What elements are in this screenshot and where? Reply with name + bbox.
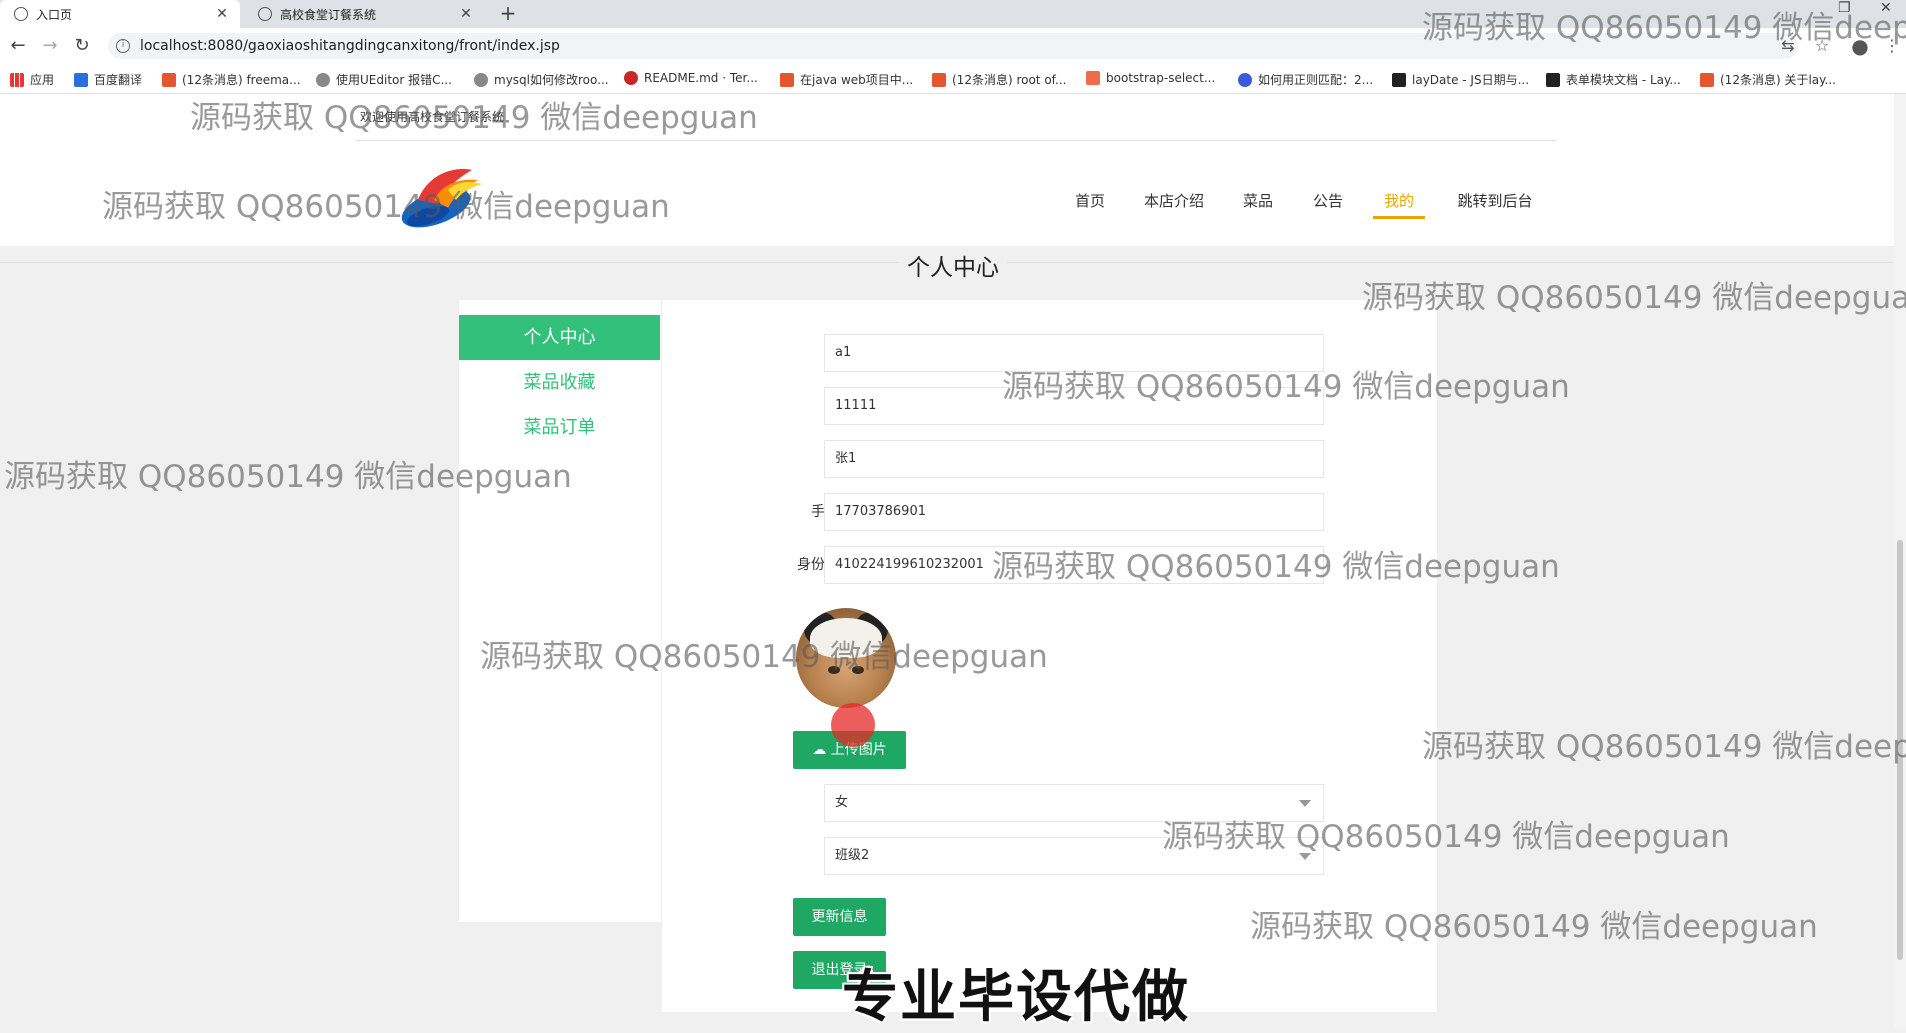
back-icon[interactable]: ← (6, 34, 30, 58)
name-row: 姓名 张1 (662, 440, 1437, 478)
reload-icon[interactable]: ↻ (70, 34, 94, 58)
layui-icon (1546, 72, 1560, 87)
bookmark-item[interactable]: layDate - JS日期与... (1392, 71, 1529, 88)
watermark: 源码获取 QQ86050149 微信deepguan (102, 189, 670, 225)
phone-row: 手机号 17703786901 (662, 493, 1437, 531)
bookmark-item[interactable]: bootstrap-select... (1086, 71, 1215, 85)
update-info-button[interactable]: 更新信息 (793, 898, 886, 936)
nav-home[interactable]: 首页 (1072, 190, 1108, 211)
tab-label: 入口页 (36, 7, 73, 22)
bookmark-item[interactable]: 如何用正则匹配：2... (1238, 71, 1373, 88)
layui-icon (1392, 72, 1406, 87)
baidu-icon (1238, 72, 1252, 87)
cloud-upload-icon: ☁ (812, 742, 827, 758)
nav-notice[interactable]: 公告 (1310, 190, 1346, 211)
nav-about[interactable]: 本店介绍 (1140, 190, 1208, 211)
site-icon (1086, 71, 1100, 85)
sidebar-item-profile[interactable]: 个人中心 (459, 315, 660, 360)
phone-field[interactable]: 17703786901 (824, 493, 1324, 531)
bookmark-item[interactable]: 在java web项目中... (780, 71, 913, 88)
csdn-icon (1700, 72, 1714, 87)
globe-icon (14, 7, 28, 21)
forward-icon[interactable]: → (38, 34, 62, 58)
bookmark-item[interactable]: (12条消息) root of... (932, 71, 1066, 88)
nav-admin[interactable]: 跳转到后台 (1452, 190, 1538, 211)
watermark: 源码获取 QQ86050149 微信deepguan (1362, 280, 1906, 316)
bookmark-item[interactable]: README.md · Ter... (624, 71, 758, 85)
page: 欢迎使用高校食堂订餐系统 首页 本店介绍 菜品 公告 我的 跳转到后台 个人中心… (0, 94, 1906, 1028)
nav-active-underline (1373, 216, 1425, 219)
watermark: 源码获取 QQ86050149 微信deepguan (1162, 819, 1730, 855)
sidebar: 个人中心 菜品收藏 菜品订单 (459, 300, 661, 922)
csdn-icon (780, 72, 794, 87)
site-icon (258, 7, 272, 21)
sidebar-item-favorites[interactable]: 菜品收藏 (459, 360, 660, 405)
close-icon[interactable]: ✕ (456, 6, 476, 22)
watermark: 源码获取 QQ86050149 微信deepguan (480, 639, 1048, 675)
new-tab-button[interactable]: + (494, 0, 522, 28)
site-icon (474, 72, 488, 87)
watermark: 源码获取 QQ86050149 微信deepguan (190, 100, 758, 136)
bookmark-item[interactable]: (12条消息) 关于lay... (1700, 71, 1836, 88)
click-indicator (831, 703, 875, 747)
name-field[interactable]: 张1 (824, 440, 1324, 478)
chevron-down-icon (1299, 800, 1311, 807)
divider (355, 140, 1557, 141)
watermark: 源码获取 QQ86050149 微信deepguan (992, 549, 1560, 585)
sidebar-item-orders[interactable]: 菜品订单 (459, 405, 660, 450)
url-text: localhost:8080/gaoxiaoshitangdingcanxito… (140, 38, 560, 54)
translate-bookmark-icon (74, 72, 88, 87)
gitee-icon (624, 71, 638, 85)
nav-dishes[interactable]: 菜品 (1240, 190, 1276, 211)
nav-mine[interactable]: 我的 (1381, 190, 1417, 211)
csdn-icon (162, 72, 176, 87)
watermark: 源码获取 QQ86050149 微信deepg (1422, 10, 1906, 46)
gender-value: 女 (835, 795, 849, 810)
tab-label: 高校食堂订餐系统 (280, 7, 377, 22)
csdn-icon (932, 72, 946, 87)
apps-icon (10, 72, 24, 87)
tab-system[interactable]: 高校食堂订餐系统 ✕ (244, 0, 484, 28)
bookmark-item[interactable]: 表单模块文档 - Lay... (1546, 71, 1681, 88)
bookmark-apps[interactable]: 应用 (10, 71, 54, 88)
bookmark-item[interactable]: 使用UEditor 报错C... (316, 71, 452, 88)
close-icon[interactable]: ✕ (212, 6, 232, 22)
bookmark-item[interactable]: 百度翻译 (74, 71, 142, 88)
watermark: 源码获取 QQ86050149 微信deepguan (1002, 369, 1570, 405)
info-icon[interactable]: i (116, 39, 130, 53)
bookmark-item[interactable]: mysql如何修改roo... (474, 71, 609, 88)
tab-entry-page[interactable]: 入口页 ✕ (0, 0, 240, 28)
watermark: 源码获取 QQ86050149 微信deepguan (4, 459, 572, 495)
class-value: 班级2 (835, 848, 870, 863)
bookmark-item[interactable]: (12条消息) freema... (162, 71, 301, 88)
bookmarks-bar: 应用 百度翻译 (12条消息) freema... 使用UEditor 报错C.… (0, 64, 1906, 94)
page-title: 个人中心 (899, 255, 1007, 281)
watermark: 源码获取 QQ86050149 微信deepguan (1250, 909, 1818, 945)
promo-caption: 专业毕设代做 (842, 965, 1190, 1030)
watermark: 源码获取 QQ86050149 微信deepg (1422, 729, 1906, 765)
site-icon (316, 72, 330, 87)
